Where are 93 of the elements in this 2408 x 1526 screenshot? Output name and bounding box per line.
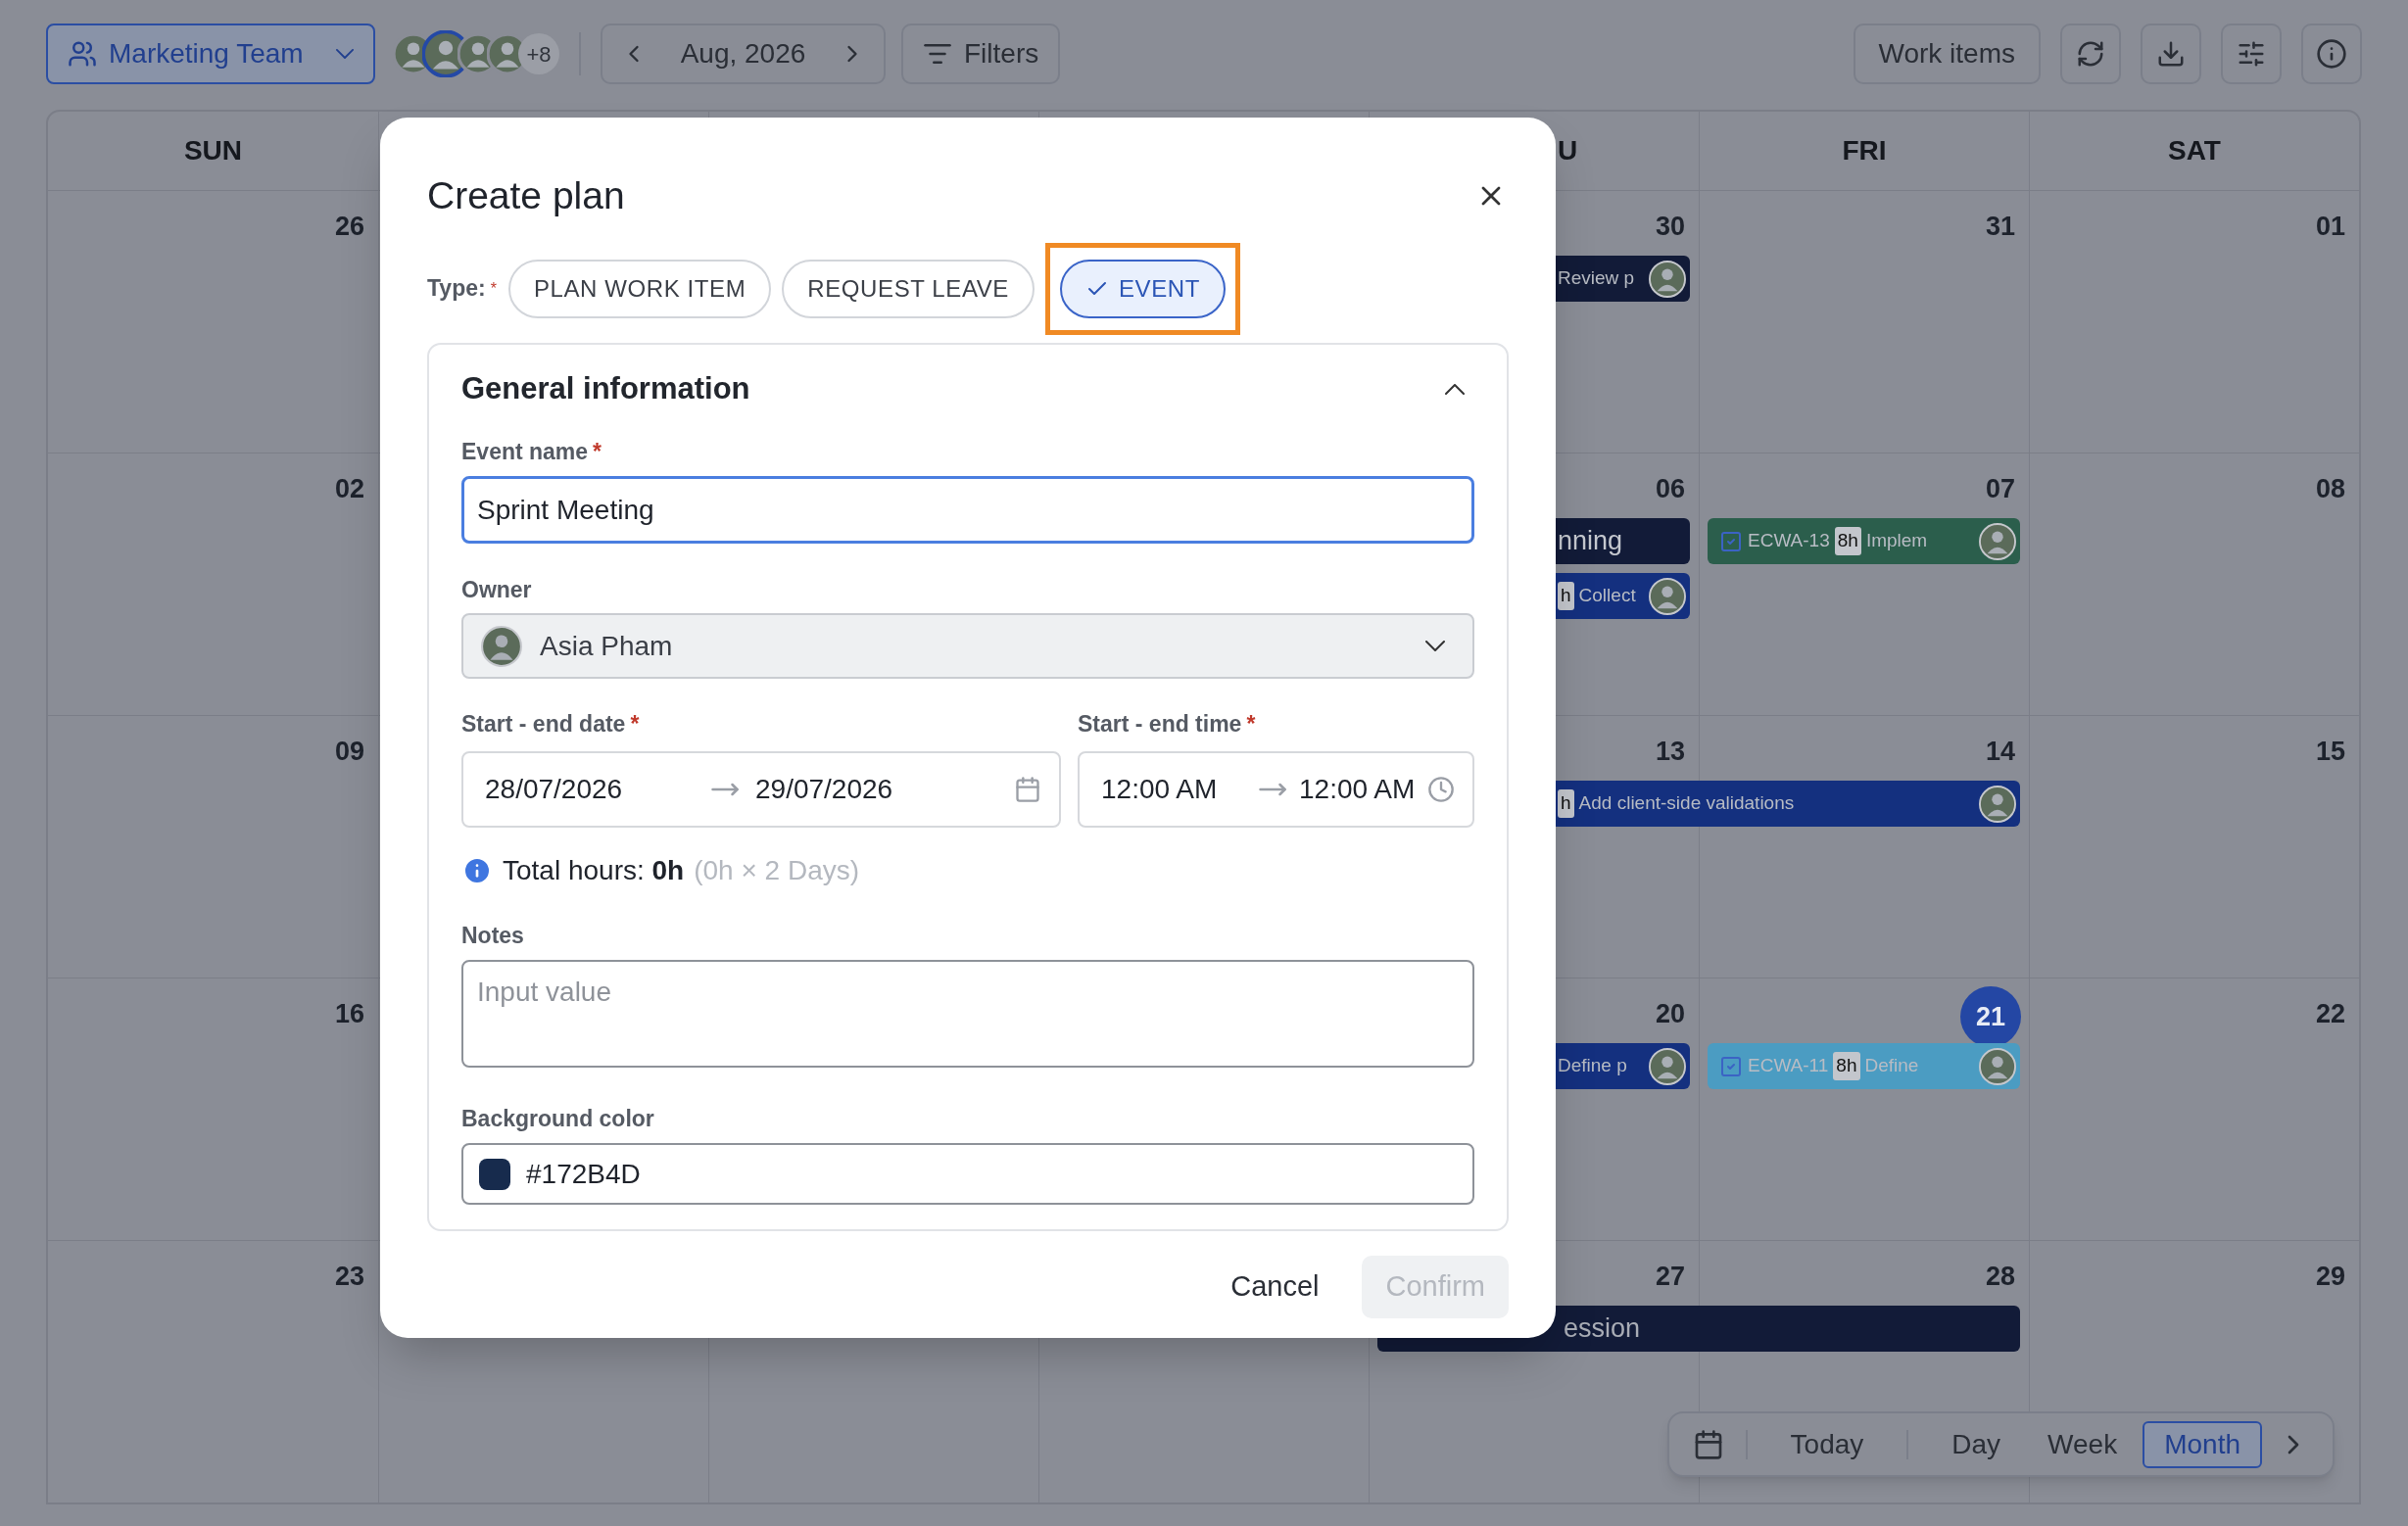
field-label: Owner bbox=[461, 575, 532, 604]
avatar bbox=[1979, 1047, 2016, 1085]
day-number: 23 bbox=[334, 1261, 364, 1293]
day-number: 01 bbox=[2315, 211, 2345, 243]
day-number: 31 bbox=[1985, 211, 2015, 243]
day-number: 09 bbox=[334, 736, 364, 768]
day-number: 28 bbox=[1985, 1261, 2015, 1293]
day-number: 26 bbox=[334, 211, 364, 243]
required-mark: * bbox=[490, 278, 497, 299]
weekday-header: SAT bbox=[2168, 134, 2221, 167]
view-option[interactable]: Week bbox=[2026, 1420, 2140, 1468]
avatar bbox=[1979, 785, 2016, 823]
download-icon bbox=[2156, 39, 2186, 69]
day-number: 22 bbox=[2315, 998, 2345, 1030]
day-number: 29 bbox=[2315, 1261, 2345, 1293]
more-members-count[interactable]: +8 bbox=[518, 33, 559, 74]
day-number: 27 bbox=[1655, 1261, 1685, 1293]
sliders-icon bbox=[2237, 39, 2266, 69]
refresh-button[interactable] bbox=[2060, 24, 2121, 84]
field-label: Start - end date bbox=[461, 709, 626, 739]
event-title: Implem bbox=[1865, 529, 1928, 553]
type-chip[interactable]: EVENT bbox=[1059, 259, 1226, 318]
day-number: 30 bbox=[1655, 211, 1685, 243]
month-label: Aug, 2026 bbox=[680, 37, 806, 71]
event-bar[interactable]: ECWA-13 8h Implem bbox=[1708, 518, 2020, 564]
weekday-header: FRI bbox=[1842, 134, 1887, 167]
section-title: General information bbox=[461, 369, 750, 407]
field-label: Notes bbox=[461, 921, 524, 950]
weekday-header: U bbox=[1558, 134, 1578, 167]
owner-select[interactable]: Asia Pham bbox=[461, 613, 1474, 679]
field-label: Start - end time bbox=[1078, 709, 1242, 739]
avatar bbox=[1649, 577, 1686, 615]
work-items-button[interactable]: Work items bbox=[1853, 24, 2041, 84]
event-title: ession bbox=[1563, 1312, 1641, 1346]
hours-tag: h bbox=[1558, 582, 1574, 610]
event-bar[interactable]: ECWA-11 8h Define bbox=[1708, 1043, 2020, 1089]
download-button[interactable] bbox=[2141, 24, 2201, 84]
collapse-icon[interactable] bbox=[1445, 383, 1465, 395]
hours-tag: 8h bbox=[1834, 527, 1861, 555]
type-chip[interactable]: PLAN WORK ITEM bbox=[507, 259, 772, 318]
event-id: ECWA-13 bbox=[1748, 529, 1830, 553]
time-range-field[interactable]: 12:00 AM 12:00 AM bbox=[1078, 751, 1474, 828]
hours-tag: 8h bbox=[1833, 1052, 1860, 1080]
avatar bbox=[481, 625, 522, 667]
notes-field[interactable]: Input value bbox=[461, 960, 1474, 1068]
event-name-field[interactable]: Sprint Meeting bbox=[461, 476, 1474, 544]
field-label: Event name bbox=[461, 437, 589, 466]
day-number: 08 bbox=[2315, 473, 2345, 505]
view-option[interactable]: Day bbox=[1930, 1420, 2023, 1468]
clock-icon[interactable] bbox=[1427, 776, 1455, 803]
event-id: ECWA-11 bbox=[1748, 1054, 1829, 1078]
info-button[interactable] bbox=[2301, 24, 2362, 84]
event-title: Define p bbox=[1558, 1054, 1627, 1078]
event-title: Define bbox=[1864, 1054, 1919, 1078]
required-mark: * bbox=[630, 709, 640, 739]
day-number: 15 bbox=[2315, 736, 2345, 768]
day-number: 06 bbox=[1655, 473, 1685, 505]
day-number: 16 bbox=[334, 998, 364, 1030]
day-number: 07 bbox=[1985, 473, 2015, 505]
day-number: 14 bbox=[1985, 736, 2015, 768]
required-mark: * bbox=[593, 437, 602, 466]
settings-button[interactable] bbox=[2221, 24, 2282, 84]
field-label: Background color bbox=[461, 1104, 654, 1133]
avatar bbox=[1649, 1047, 1686, 1085]
background-color-field[interactable]: #172B4D bbox=[461, 1143, 1474, 1205]
chevron-down-icon[interactable] bbox=[1425, 641, 1445, 651]
avatar bbox=[1649, 260, 1686, 298]
checkbox-icon[interactable] bbox=[1719, 1054, 1743, 1078]
cancel-button[interactable]: Cancel bbox=[1207, 1256, 1343, 1318]
day-number: 20 bbox=[1655, 998, 1685, 1030]
day-number: 13 bbox=[1655, 736, 1685, 768]
event-title: Review p bbox=[1558, 266, 1635, 291]
day-number: 02 bbox=[334, 473, 364, 505]
dialog-title: Create plan bbox=[427, 172, 625, 218]
total-hours-text: Total hours: 0h bbox=[503, 854, 685, 887]
event-title: Collect bbox=[1578, 584, 1636, 608]
calendar-icon[interactable] bbox=[1014, 776, 1041, 803]
event-title: nning bbox=[1558, 525, 1623, 558]
event-title: Add client-side validations bbox=[1578, 791, 1795, 816]
hours-tag: h bbox=[1558, 789, 1574, 818]
team-icon bbox=[68, 39, 97, 69]
view-option[interactable]: Today bbox=[1768, 1420, 1886, 1468]
weekday-header: SUN bbox=[183, 134, 243, 167]
type-label: Type: bbox=[427, 274, 486, 304]
date-range-field[interactable]: 28/07/2026 29/07/2026 bbox=[461, 751, 1061, 828]
refresh-icon bbox=[2076, 39, 2105, 69]
hours-detail: (0h × 2 Days) bbox=[694, 854, 860, 887]
required-mark: * bbox=[1246, 709, 1256, 739]
filters-button[interactable]: Filters bbox=[901, 24, 1061, 84]
avatar bbox=[1979, 522, 2016, 560]
info-icon bbox=[2316, 38, 2347, 70]
type-chip[interactable]: REQUEST LEAVE bbox=[782, 259, 1035, 318]
checkbox-icon[interactable] bbox=[1719, 529, 1743, 553]
